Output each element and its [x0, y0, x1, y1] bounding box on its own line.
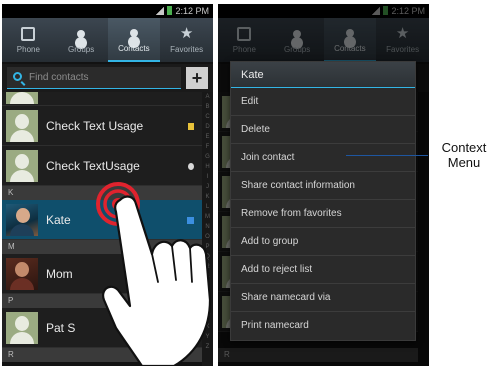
index-letter[interactable]: C: [202, 112, 213, 122]
status-time: 2:12 PM: [175, 6, 209, 16]
avatar: [6, 110, 38, 142]
search-icon: [13, 72, 22, 81]
context-menu-item[interactable]: Edit: [231, 88, 415, 116]
index-letter[interactable]: D: [202, 122, 213, 132]
context-menu-item[interactable]: Print namecard: [231, 312, 415, 340]
avatar: [6, 204, 38, 236]
touch-gesture-hand-icon: [96, 182, 212, 366]
index-letter[interactable]: E: [202, 132, 213, 142]
tab-contacts[interactable]: Contacts: [107, 18, 161, 62]
tab-label: Groups: [68, 45, 95, 54]
list-item[interactable]: Check TextUsage: [2, 146, 202, 186]
contact-name: Mom: [46, 267, 73, 281]
phone-icon: [19, 26, 37, 42]
search-input[interactable]: Find contacts: [7, 67, 181, 89]
list-item[interactable]: [2, 92, 202, 106]
context-menu-item[interactable]: Share namecard via: [231, 284, 415, 312]
context-menu-item[interactable]: Remove from favorites: [231, 200, 415, 228]
sim-icon: [188, 123, 194, 130]
callout-line-1: Context: [441, 140, 487, 155]
tab-phone[interactable]: Phone: [2, 18, 55, 62]
context-menu-title: Kate: [231, 62, 415, 88]
add-contact-button[interactable]: +: [186, 67, 208, 89]
contact-name: Check TextUsage: [46, 159, 140, 173]
status-bar: 2:12 PM: [2, 4, 213, 18]
tab-label: Favorites: [170, 45, 204, 54]
contacts-screen: 2:12 PM Phone Groups Contacts ★ Favorite…: [2, 4, 213, 366]
context-menu-item[interactable]: Add to group: [231, 228, 415, 256]
tab-favorites[interactable]: ★ Favorites: [160, 18, 213, 62]
index-letter[interactable]: H: [202, 162, 213, 172]
tab-bar: Phone Groups Contacts ★ Favorites: [2, 18, 213, 62]
tab-groups[interactable]: Groups: [55, 18, 108, 62]
tab-label: Contacts: [118, 44, 150, 53]
battery-icon: [167, 6, 173, 15]
callout-label: Context Menu: [430, 140, 498, 170]
list-item[interactable]: Check Text Usage: [2, 106, 202, 146]
context-menu-item[interactable]: Add to reject list: [231, 256, 415, 284]
search-placeholder: Find contacts: [29, 72, 89, 83]
index-letter[interactable]: F: [202, 142, 213, 152]
groups-icon: [72, 26, 90, 42]
avatar: [6, 258, 38, 290]
context-menu-item[interactable]: Join contact: [231, 144, 415, 172]
avatar: [6, 92, 38, 104]
search-bar: Find contacts +: [2, 64, 213, 92]
star-icon: ★: [179, 25, 194, 42]
contact-name: Check Text Usage: [46, 119, 144, 133]
context-menu-item[interactable]: Share contact information: [231, 172, 415, 200]
index-letter[interactable]: A: [202, 92, 213, 102]
index-letter[interactable]: B: [202, 102, 213, 112]
contacts-icon: [125, 25, 143, 41]
avatar: [6, 312, 38, 344]
signal-icon: [156, 7, 165, 15]
contact-name: Pat S: [46, 321, 76, 335]
callout-line: [346, 155, 428, 156]
index-letter[interactable]: G: [202, 152, 213, 162]
context-menu-item[interactable]: Delete: [231, 116, 415, 144]
tab-label: Phone: [16, 45, 40, 54]
index-letter[interactable]: I: [202, 172, 213, 182]
club-icon: [188, 163, 194, 170]
callout-line-2: Menu: [447, 155, 481, 170]
context-menu-screen: 2:12 PM Phone Groups Contacts ★ Favorite…: [218, 4, 429, 366]
avatar: [6, 150, 38, 182]
context-menu: Kate Edit Delete Join contact Share contact…: [230, 61, 416, 341]
contact-name: Kate: [46, 213, 71, 227]
